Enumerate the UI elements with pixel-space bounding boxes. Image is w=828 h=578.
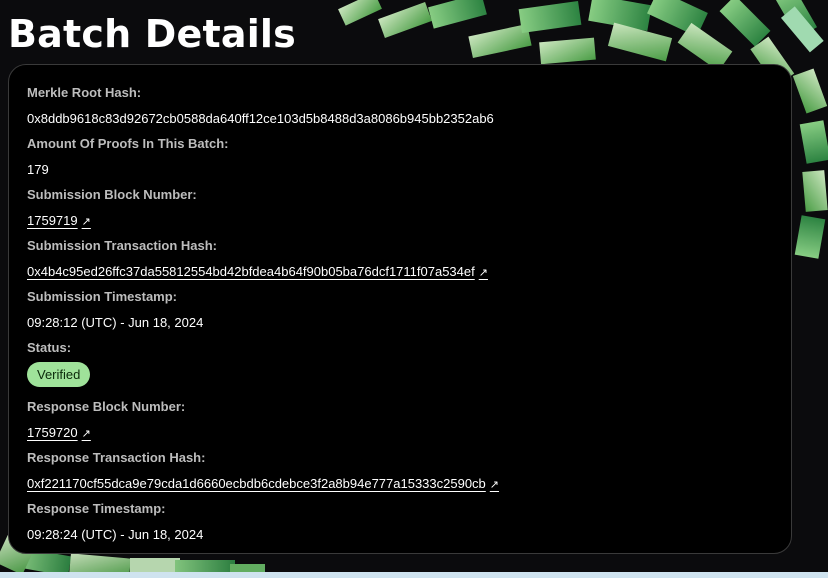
response-block-label: Response Block Number: <box>27 399 186 414</box>
batch-details-card: Merkle Root Hash: 0x8ddb9618c83d92672cb0… <box>8 64 792 554</box>
proof-count-field: Amount Of Proofs In This Batch: 179 <box>27 133 773 184</box>
status-badge: Verified <box>27 362 91 387</box>
submission-block-label: Submission Block Number: <box>27 187 197 202</box>
submission-timestamp-label: Submission Timestamp: <box>27 289 178 304</box>
response-timestamp-field: Response Timestamp: 09:28:24 (UTC) - Jun… <box>27 498 773 549</box>
submission-tx-value: 0x4b4c95ed26ffc37da55812554bd42bfdea4b64… <box>27 264 475 279</box>
external-link-icon: ↗ <box>489 479 500 491</box>
submission-tx-link[interactable]: 0x4b4c95ed26ffc37da55812554bd42bfdea4b64… <box>27 264 488 279</box>
submission-block-value: 1759719 <box>27 213 78 228</box>
response-tx-field: Response Transaction Hash: 0xf221170cf55… <box>27 447 773 498</box>
response-timestamp-label: Response Timestamp: <box>27 501 166 516</box>
submission-block-field: Submission Block Number: 1759719 ↗ <box>27 184 773 235</box>
external-link-icon: ↗ <box>81 216 91 228</box>
submission-tx-field: Submission Transaction Hash: 0x4b4c95ed2… <box>27 235 773 286</box>
submission-tx-label: Submission Transaction Hash: <box>27 238 217 253</box>
response-tx-value: 0xf221170cf55dca9e79cda1d6660ecbdb6cdebc… <box>27 476 486 491</box>
response-block-value: 1759720 <box>27 425 78 440</box>
proof-count-label: Amount Of Proofs In This Batch: <box>27 136 229 151</box>
submission-timestamp-field: Submission Timestamp: 09:28:12 (UTC) - J… <box>27 286 773 337</box>
submission-block-link[interactable]: 1759719 ↗ <box>27 213 91 228</box>
response-tx-link[interactable]: 0xf221170cf55dca9e79cda1d6660ecbdb6cdebc… <box>27 476 499 491</box>
page-title: Batch Details <box>8 12 296 56</box>
status-field: Status: Verified <box>27 337 773 390</box>
external-link-icon: ↗ <box>81 428 91 440</box>
merkle-root-field: Merkle Root Hash: 0x8ddb9618c83d92672cb0… <box>27 82 773 133</box>
merkle-root-label: Merkle Root Hash: <box>27 85 142 100</box>
response-block-link[interactable]: 1759720 ↗ <box>27 425 91 440</box>
response-timestamp-value: 09:28:24 (UTC) - Jun 18, 2024 <box>27 527 204 542</box>
submission-timestamp-value: 09:28:12 (UTC) - Jun 18, 2024 <box>27 315 204 330</box>
bottom-edge-bar <box>0 572 828 578</box>
response-tx-label: Response Transaction Hash: <box>27 450 206 465</box>
proof-count-value: 179 <box>27 162 49 177</box>
external-link-icon: ↗ <box>478 267 488 279</box>
status-label: Status: <box>27 340 72 355</box>
response-block-field: Response Block Number: 1759720 ↗ <box>27 396 773 447</box>
merkle-root-value: 0x8ddb9618c83d92672cb0588da640ff12ce103d… <box>27 111 494 126</box>
